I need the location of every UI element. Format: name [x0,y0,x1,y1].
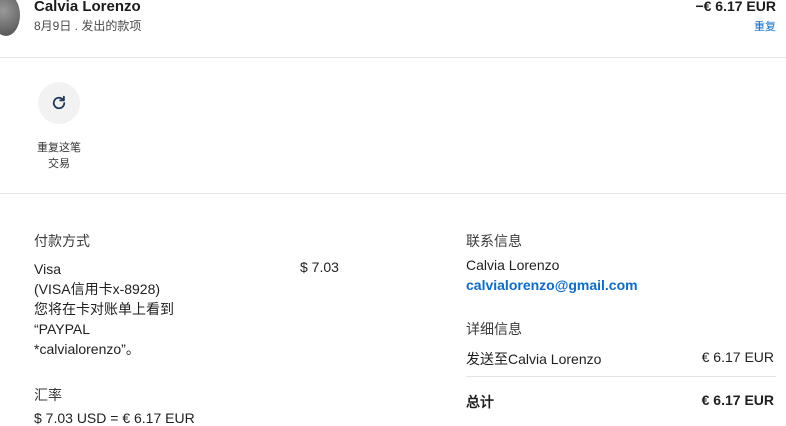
divider [0,193,786,194]
payment-line: 您将在卡对账单上看到 [34,301,174,317]
sent-to-amount: € 6.17 EUR [701,349,774,365]
total-amount: € 6.17 EUR [701,392,774,408]
details-title: 详细信息 [466,321,522,337]
repeat-transaction-button[interactable] [38,82,80,124]
total-label: 总计 [466,394,494,410]
details-divider [466,376,776,377]
contact-info-title: 联系信息 [466,233,522,249]
avatar [0,0,20,36]
repeat-label-line1: 重复这笔 [37,142,81,154]
repeat-transaction-label[interactable]: 重复这笔 交易 [26,140,92,172]
repeat-label-line2: 交易 [48,158,70,170]
exchange-rate-title: 汇率 [34,387,62,403]
transaction-amount: −€ 6.17 EUR [695,0,776,14]
payment-amount: $ 7.03 [300,259,339,275]
payment-method-details: Visa (VISA信用卡x-8928) 您将在卡对账单上看到 “PAYPAL … [34,259,214,359]
payment-line: *calvialorenzo”。 [34,341,140,357]
payment-line: “PAYPAL [34,321,91,337]
contact-email-link[interactable]: calvialorenzo@gmail.com [466,277,638,293]
payment-method-title: 付款方式 [34,233,90,249]
repeat-link[interactable]: 重复 [754,18,776,34]
transaction-subtitle: 8月9日 . 发出的款项 [34,19,142,33]
contact-name: Calvia Lorenzo [466,257,560,273]
exchange-rate-value: $ 7.03 USD = € 6.17 EUR [34,410,195,426]
sent-to-label: 发送至Calvia Lorenzo [466,351,602,367]
refresh-icon [52,95,66,110]
divider [0,57,786,58]
payment-line: (VISA信用卡x-8928) [34,281,161,297]
payment-line: Visa [34,261,61,277]
payee-name: Calvia Lorenzo [34,0,141,15]
